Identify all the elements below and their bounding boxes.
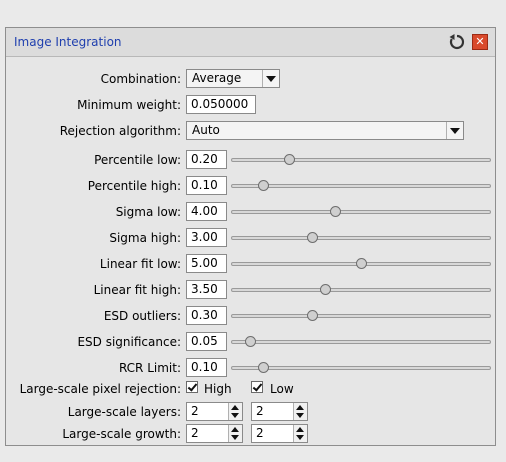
stepper-value: 2 (191, 404, 199, 418)
stepper-down-icon[interactable] (231, 435, 239, 440)
stepper-value: 2 (191, 426, 199, 440)
image-integration-panel: Image Integration ✕ Combination: Average… (5, 27, 496, 446)
combination-label: Combination: (100, 72, 181, 86)
rejection-algorithm-value: Auto (192, 123, 220, 137)
large-scale-rejection-label: Large-scale pixel rejection: (19, 382, 181, 396)
chevron-down-icon (262, 70, 279, 87)
slider-handle[interactable] (257, 180, 269, 191)
large-scale-low-checkbox[interactable] (251, 381, 263, 393)
large-scale-layers-label: Large-scale layers: (67, 405, 181, 419)
minimum-weight-field[interactable]: 0.050000 (186, 95, 256, 114)
slider-label: Linear fit high: (93, 283, 181, 297)
title-bar: Image Integration ✕ (6, 28, 495, 57)
stepper-up-icon[interactable] (231, 427, 239, 432)
slider-value-field[interactable]: 3.50 (186, 280, 227, 299)
slider-track[interactable] (231, 206, 491, 217)
stepper-up-icon[interactable] (231, 405, 239, 410)
slider-value-field[interactable]: 0.10 (186, 358, 227, 377)
slider-track[interactable] (231, 258, 491, 269)
chevron-down-icon (446, 122, 463, 139)
large-scale-high-label: High (204, 382, 232, 396)
slider-label: RCR Limit: (118, 361, 181, 375)
large-scale-growth-label: Large-scale growth: (62, 427, 181, 441)
large-scale-high-checkbox[interactable] (186, 381, 198, 393)
slider-track[interactable] (231, 180, 491, 191)
slider-handle[interactable] (257, 362, 269, 373)
stepper-up-icon[interactable] (296, 405, 304, 410)
slider-value-field[interactable]: 4.00 (186, 202, 227, 221)
large-scale-layers-low-stepper[interactable]: 2 (251, 402, 308, 421)
reset-icon[interactable] (448, 33, 466, 51)
slider-label: Percentile high: (87, 179, 181, 193)
slider-handle[interactable] (356, 258, 367, 269)
rejection-algorithm-label: Rejection algorithm: (59, 124, 181, 138)
slider-label: Sigma high: (109, 231, 181, 245)
slider-value-field[interactable]: 0.10 (186, 176, 227, 195)
slider-value-field[interactable]: 0.05 (186, 332, 227, 351)
slider-track[interactable] (231, 362, 491, 373)
slider-label: Percentile low: (94, 153, 181, 167)
slider-track[interactable] (231, 284, 491, 295)
slider-value-field[interactable]: 0.20 (186, 150, 227, 169)
large-scale-growth-high-stepper[interactable]: 2 (186, 424, 243, 443)
slider-value-field[interactable]: 3.00 (186, 228, 227, 247)
stepper-down-icon[interactable] (296, 435, 304, 440)
slider-track[interactable] (231, 336, 491, 347)
stepper-value: 2 (256, 404, 264, 418)
minimum-weight-label: Minimum weight: (77, 98, 181, 112)
large-scale-layers-high-stepper[interactable]: 2 (186, 402, 243, 421)
large-scale-low-label: Low (270, 382, 294, 396)
rejection-algorithm-select[interactable]: Auto (186, 121, 464, 140)
stepper-down-icon[interactable] (231, 413, 239, 418)
slider-track[interactable] (231, 310, 491, 321)
slider-label: ESD outliers: (103, 309, 181, 323)
slider-handle[interactable] (245, 336, 257, 347)
large-scale-growth-low-stepper[interactable]: 2 (251, 424, 308, 443)
slider-label: Sigma low: (115, 205, 181, 219)
slider-value-field[interactable]: 5.00 (186, 254, 227, 273)
stepper-value: 2 (256, 426, 264, 440)
stepper-down-icon[interactable] (296, 413, 304, 418)
combination-select[interactable]: Average (186, 69, 280, 88)
combination-value: Average (192, 71, 242, 85)
window-title: Image Integration (14, 35, 122, 49)
slider-label: ESD significance: (77, 335, 181, 349)
close-icon[interactable]: ✕ (472, 34, 488, 50)
slider-handle[interactable] (306, 232, 318, 243)
stepper-up-icon[interactable] (296, 427, 304, 432)
slider-handle[interactable] (330, 206, 342, 217)
slider-handle[interactable] (283, 154, 295, 165)
slider-label: Linear fit low: (99, 257, 181, 271)
slider-value-field[interactable]: 0.30 (186, 306, 227, 325)
slider-track[interactable] (231, 232, 491, 243)
slider-handle[interactable] (306, 310, 318, 321)
slider-handle[interactable] (319, 284, 331, 295)
slider-track[interactable] (231, 154, 491, 165)
